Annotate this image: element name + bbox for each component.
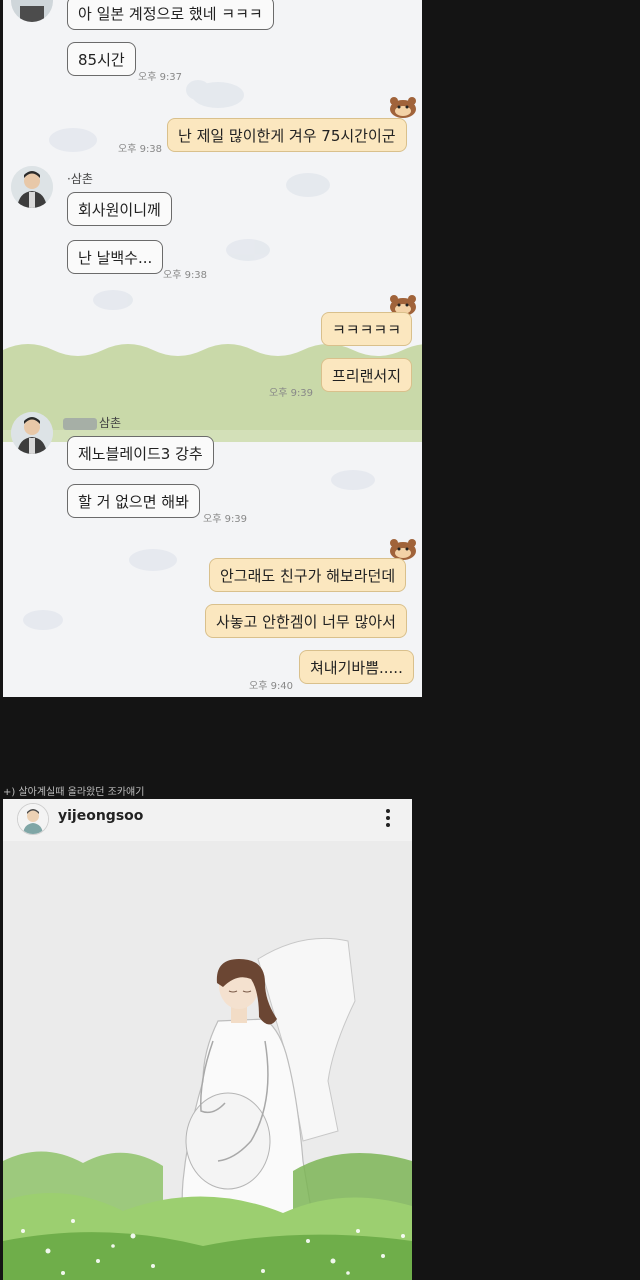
sender-name: ·삼촌 — [67, 172, 93, 186]
message-bubble[interactable]: ㅋㅋㅋㅋㅋ — [321, 312, 413, 346]
message-bubble[interactable]: 아 일본 계정으로 했네 ㅋㅋㅋ — [67, 0, 274, 30]
post-header: yijeongsoo — [3, 799, 412, 841]
message-bubble[interactable]: 안그래도 친구가 해보라던데 — [209, 558, 407, 592]
uncle-avatar[interactable] — [11, 412, 53, 454]
hamster-emoticon-icon — [390, 97, 416, 118]
message-bubble[interactable]: 제노블레이드3 강추 — [67, 436, 214, 470]
message-time: 오후 9:37 — [138, 72, 183, 83]
message-bubble[interactable]: 85시간 — [67, 42, 136, 76]
more-vertical-icon[interactable] — [381, 807, 395, 829]
message-bubble[interactable]: 회사원이니께 — [67, 192, 172, 226]
hamster-emoticon-icon — [390, 539, 416, 560]
post-image[interactable] — [3, 841, 412, 1280]
message-time: 오후 9:38 — [118, 144, 163, 155]
uncle-avatar[interactable] — [11, 166, 53, 208]
message-bubble[interactable]: 난 날백수... — [67, 240, 164, 274]
message-bubble[interactable]: 할 거 없으면 해봐 — [67, 484, 200, 518]
instagram-post: yijeongsoo — [3, 799, 412, 1280]
message-bubble[interactable]: 쳐내기바쁨..... — [299, 650, 414, 684]
message-bubble[interactable]: 사놓고 안한겜이 너무 많아서 — [205, 604, 407, 638]
message-bubble[interactable]: 프리랜서지 — [321, 358, 413, 392]
message-time: 오후 9:39 — [203, 514, 248, 525]
caption-text: +) 살아계실때 올라왔던 조카얘기 — [3, 787, 145, 798]
profile-avatar[interactable] — [17, 803, 49, 835]
blurred-name — [63, 417, 97, 430]
sender-name: 삼촌 — [63, 414, 121, 431]
chat-screenshot: 아 일본 계정으로 했네 ㅋㅋㅋ 85시간 오후 9:37 난 제일 많이한게 … — [3, 0, 422, 697]
message-bubble[interactable]: 난 제일 많이한게 겨우 75시간이군 — [167, 118, 407, 152]
message-time: 오후 9:39 — [269, 388, 314, 399]
message-time: 오후 9:38 — [163, 270, 208, 281]
message-time: 오후 9:40 — [249, 681, 294, 692]
profile-username[interactable]: yijeongsoo — [58, 808, 143, 824]
